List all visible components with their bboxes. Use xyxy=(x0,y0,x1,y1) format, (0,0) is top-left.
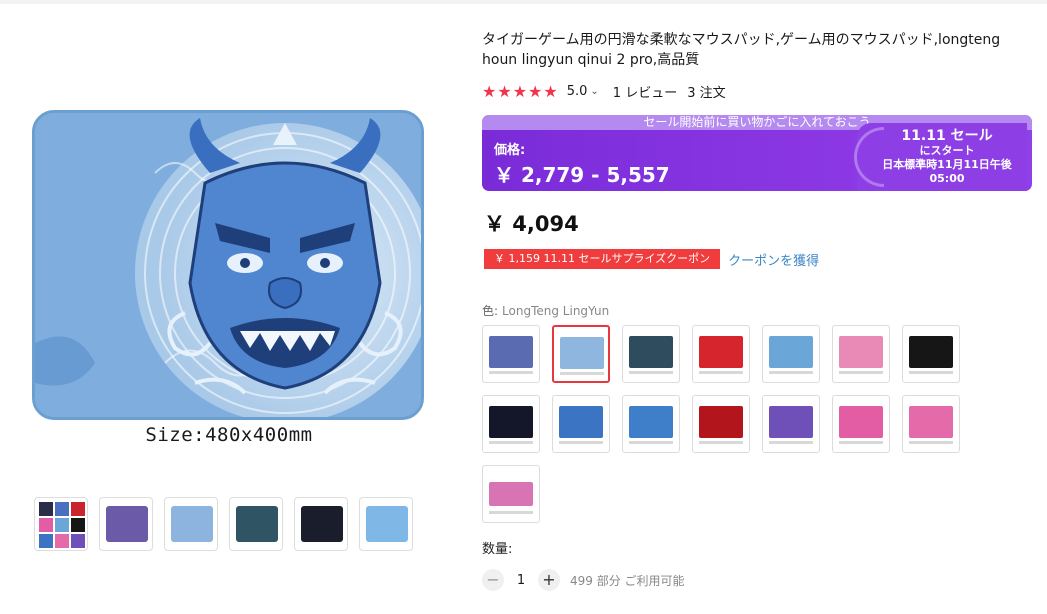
thumbnail-5[interactable] xyxy=(294,497,348,551)
swatch-image xyxy=(769,406,813,438)
thumbnail-image xyxy=(236,506,278,542)
quantity-label: 数量: xyxy=(482,542,513,557)
star-rating-icon: ★★★★★ xyxy=(482,81,559,101)
color-swatch-6[interactable] xyxy=(832,325,890,383)
badge-line-2: にスタート xyxy=(919,144,975,157)
color-swatch-2-selected[interactable] xyxy=(552,325,610,383)
swatch-caption xyxy=(909,371,953,374)
get-coupon-link[interactable]: クーポンを獲得 xyxy=(728,250,819,269)
color-swatch-13[interactable] xyxy=(832,395,890,453)
swatch-caption xyxy=(769,441,813,444)
swatch-caption xyxy=(909,441,953,444)
product-title: タイガーゲーム用の円滑な柔軟なマウスパッド,ゲーム用のマウスパッド,longte… xyxy=(482,32,1001,68)
swatch-image xyxy=(909,336,953,368)
promo-price-label: 価格: xyxy=(494,143,526,158)
promo-price-range: ￥ 2,779 - 5,557 xyxy=(494,163,670,187)
color-swatch-14[interactable] xyxy=(902,395,960,453)
swatch-image xyxy=(629,406,673,438)
color-swatch-8[interactable] xyxy=(482,395,540,453)
swatch-caption xyxy=(559,441,603,444)
reviews-link[interactable]: 1 レビュー xyxy=(613,82,677,101)
chevron-down-icon[interactable]: ⌄ xyxy=(590,86,598,97)
swatch-image xyxy=(699,336,743,368)
swatch-image xyxy=(560,337,604,369)
color-swatch-3[interactable] xyxy=(622,325,680,383)
color-swatch-12[interactable] xyxy=(762,395,820,453)
swatch-image xyxy=(699,406,743,438)
thumbnail-4[interactable] xyxy=(229,497,283,551)
size-caption: Size:480x400mm xyxy=(145,424,313,446)
sale-countdown-badge: 11.11 セール にスタート 日本標準時11月11日午後 05:00 xyxy=(872,129,1022,186)
coupon-tag[interactable]: ￥ 1,159 11.11 セールサプライズクーポン xyxy=(484,249,721,269)
coupon-row: ￥ 1,159 11.11 セールサプライズクーポン クーポンを獲得 xyxy=(484,249,819,269)
swatch-caption xyxy=(699,441,743,444)
mask-artwork xyxy=(35,113,421,417)
swatch-image xyxy=(489,336,533,368)
swatch-caption xyxy=(560,372,604,375)
swatch-caption xyxy=(839,441,883,444)
quantity-stepper: − 1 + 499 部分 ご利用可能 xyxy=(482,569,685,591)
swatch-image xyxy=(839,406,883,438)
thumbnail-1[interactable] xyxy=(34,497,88,551)
color-swatch-4[interactable] xyxy=(692,325,750,383)
thumbnail-6[interactable] xyxy=(359,497,413,551)
swatch-caption xyxy=(699,371,743,374)
color-swatch-10[interactable] xyxy=(622,395,680,453)
swatch-caption xyxy=(629,371,673,374)
orders-count: 3 注文 xyxy=(687,85,726,101)
color-swatch-5[interactable] xyxy=(762,325,820,383)
swatch-image xyxy=(839,336,883,368)
color-label: 色: LongTeng LingYun xyxy=(482,302,609,319)
quantity-decrease-button[interactable]: − xyxy=(482,569,504,591)
swatch-image xyxy=(909,406,953,438)
swatch-image xyxy=(489,482,533,506)
thumbnail-image xyxy=(171,506,213,542)
swatch-image xyxy=(629,336,673,368)
swatch-caption xyxy=(489,441,533,444)
color-swatch-15[interactable] xyxy=(482,465,540,523)
thumbnail-image xyxy=(301,506,343,542)
swatch-caption xyxy=(839,371,883,374)
thumbnail-collage xyxy=(39,502,85,548)
swatch-caption xyxy=(629,441,673,444)
color-swatch-7[interactable] xyxy=(902,325,960,383)
rating-row: ★★★★★ 5.0 ⌄ 1 レビュー 3 注文 xyxy=(482,81,726,101)
current-price: ￥ 4,094 xyxy=(484,212,579,236)
thumbnail-image xyxy=(106,506,148,542)
main-product-image[interactable]: Size:480x400mm xyxy=(28,106,428,446)
color-swatch-1[interactable] xyxy=(482,325,540,383)
swatch-caption xyxy=(489,371,533,374)
mousepad-illustration xyxy=(32,110,424,420)
quantity-value[interactable]: 1 xyxy=(504,573,538,588)
swatch-image xyxy=(489,406,533,438)
thumbnail-2[interactable] xyxy=(99,497,153,551)
thumbnail-3[interactable] xyxy=(164,497,218,551)
rating-value[interactable]: 5.0 xyxy=(567,84,588,99)
top-divider xyxy=(0,0,1047,4)
color-swatch-11[interactable] xyxy=(692,395,750,453)
thumbnail-image xyxy=(366,506,408,542)
swatch-image xyxy=(559,406,603,438)
swatch-caption xyxy=(489,511,533,514)
selected-color-name: LongTeng LingYun xyxy=(502,304,610,318)
badge-line-3: 日本標準時11月11日午後 xyxy=(882,158,1012,171)
sale-promo-banner: セール開始前に買い物かごに入れておこう 価格: ￥ 2,779 - 5,557 … xyxy=(482,115,1032,191)
swatch-caption xyxy=(769,371,813,374)
swatch-image xyxy=(769,336,813,368)
color-swatch-9[interactable] xyxy=(552,395,610,453)
available-stock: 499 部分 ご利用可能 xyxy=(570,573,685,588)
color-label-text: 色: xyxy=(482,304,499,318)
badge-line-1: 11.11 セール xyxy=(901,128,993,144)
quantity-increase-button[interactable]: + xyxy=(538,569,560,591)
badge-line-4: 05:00 xyxy=(929,172,965,185)
